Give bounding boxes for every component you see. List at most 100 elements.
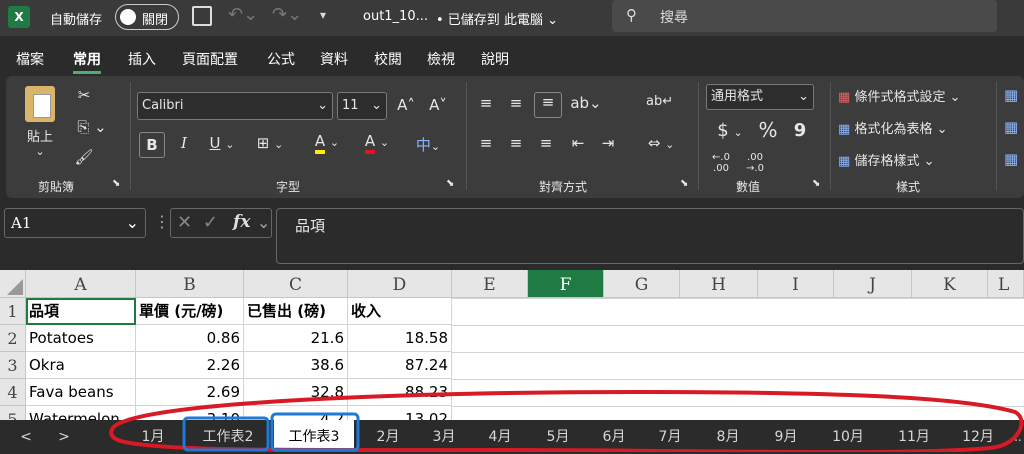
borders-icon[interactable]: ⊞ ⌄ — [252, 134, 288, 152]
align-top-icon[interactable]: ≡ — [474, 94, 498, 112]
cell-d5[interactable]: 13.02 — [348, 406, 452, 420]
align-middle-icon[interactable]: ≡ — [504, 94, 528, 112]
cell-a3[interactable]: Okra — [26, 352, 136, 379]
cell-d2[interactable]: 18.58 — [348, 325, 452, 352]
currency-button[interactable]: $ ⌄ — [710, 120, 750, 141]
font-size-select[interactable]: 11 ⌄ — [337, 92, 387, 120]
column-header-i[interactable]: I — [758, 270, 834, 298]
bold-button[interactable]: B — [139, 132, 165, 158]
cut-icon[interactable]: ✂ — [72, 86, 96, 104]
conditional-formatting-button[interactable]: ▦ 條件式格式設定 ⌄ — [838, 86, 960, 105]
tab-file[interactable]: 檔案 — [16, 46, 44, 74]
align-left-icon[interactable]: ≡ — [474, 134, 498, 152]
autosave-toggle[interactable]: 關閉 — [115, 4, 179, 30]
save-status[interactable]: • 已儲存到 此電腦 ⌄ — [436, 9, 558, 28]
column-header-j[interactable]: J — [834, 270, 912, 298]
cell-styles-button[interactable]: ▦ 儲存格樣式 ⌄ — [838, 150, 934, 169]
sheet-tab[interactable]: 5月 — [532, 420, 584, 452]
enter-icon[interactable]: ✓ — [203, 212, 218, 233]
cell-d3[interactable]: 87.24 — [348, 352, 452, 379]
italic-button[interactable]: I — [174, 134, 194, 152]
column-header-e[interactable]: E — [452, 270, 528, 298]
cell-c3[interactable]: 38.6 — [244, 352, 348, 379]
column-header-a[interactable]: A — [26, 270, 136, 298]
percent-button[interactable]: % — [756, 118, 780, 142]
worksheet-grid[interactable]: A B C D E F G H I J K L 1 品項 單價 (元/磅) 已售… — [0, 270, 1024, 420]
redo-icon[interactable]: ↷⌄ — [272, 4, 302, 25]
increase-indent-icon[interactable]: ⇥ — [596, 134, 620, 152]
more-sheets-icon[interactable]: ... — [1008, 420, 1024, 452]
tab-home[interactable]: 常用 — [73, 46, 101, 74]
cell-b3[interactable]: 2.26 — [136, 352, 244, 379]
delete-cells-icon[interactable]: ▦ — [1004, 118, 1018, 136]
tab-review[interactable]: 校閱 — [374, 46, 402, 74]
column-header-b[interactable]: B — [136, 270, 244, 298]
dialog-launcher-icon[interactable]: ⬊ — [812, 178, 820, 189]
sheet-tab[interactable]: 11月 — [884, 420, 944, 452]
cancel-icon[interactable]: ✕ — [177, 212, 192, 233]
tab-insert[interactable]: 插入 — [128, 46, 156, 74]
dialog-launcher-icon[interactable]: ⬊ — [112, 178, 120, 189]
cell-d1[interactable]: 收入 — [348, 298, 452, 325]
format-cells-icon[interactable]: ▦ — [1004, 150, 1018, 168]
align-bottom-icon[interactable]: ≡ — [534, 92, 562, 118]
row-header[interactable]: 4 — [0, 379, 26, 406]
increase-decimal-icon[interactable]: ←.0.00 — [708, 152, 734, 174]
decrease-decimal-icon[interactable]: .00 →.0 — [742, 152, 768, 174]
customize-qat-icon[interactable]: ▾ — [320, 8, 326, 22]
row-header[interactable]: 3 — [0, 352, 26, 379]
shrink-font-button[interactable]: A˅ — [426, 96, 450, 114]
sheet-tab[interactable]: 12月 — [950, 420, 1006, 452]
sheet-tab[interactable]: 9月 — [758, 420, 814, 452]
cell-b4[interactable]: 2.69 — [136, 379, 244, 406]
fill-color-button[interactable]: A ⌄ — [306, 132, 348, 154]
sheet-tab[interactable]: 8月 — [700, 420, 756, 452]
row-header[interactable]: 5 — [0, 406, 26, 420]
dialog-launcher-icon[interactable]: ⬊ — [446, 178, 454, 189]
paste-button[interactable]: 貼上 ⌄ — [20, 86, 60, 166]
row-header[interactable]: 2 — [0, 325, 26, 352]
format-painter-icon[interactable]: 🖌 — [72, 148, 96, 166]
font-name-select[interactable]: Calibri ⌄ — [137, 92, 333, 120]
cell-a2[interactable]: Potatoes — [26, 325, 136, 352]
formula-input[interactable]: 品項 — [276, 208, 1024, 264]
cell-b2[interactable]: 0.86 — [136, 325, 244, 352]
tab-help[interactable]: 說明 — [481, 46, 509, 74]
sheet-tab[interactable]: 7月 — [644, 420, 696, 452]
save-icon[interactable] — [192, 6, 212, 26]
tab-view[interactable]: 檢視 — [427, 46, 455, 74]
phonetic-guide-button[interactable]: 中⌄ — [408, 134, 448, 155]
decrease-indent-icon[interactable]: ⇤ — [566, 134, 590, 152]
merge-center-icon[interactable]: ⇔ ⌄ — [640, 134, 682, 152]
sheet-tab[interactable]: 10月 — [818, 420, 878, 452]
sheet-tab[interactable]: 3月 — [418, 420, 470, 452]
column-header-f[interactable]: F — [528, 270, 604, 298]
align-center-icon[interactable]: ≡ — [504, 134, 528, 152]
cell-b1[interactable]: 單價 (元/磅) — [136, 298, 244, 325]
column-header-h[interactable]: H — [680, 270, 758, 298]
grow-font-button[interactable]: A˄ — [394, 96, 418, 114]
orientation-icon[interactable]: ab⌄ — [568, 94, 604, 112]
cell-a5[interactable]: Watermelon — [26, 406, 136, 420]
font-color-button[interactable]: A ⌄ — [356, 132, 398, 154]
cell-b5[interactable]: 3.10 — [136, 406, 244, 420]
next-sheet-button[interactable]: > — [52, 420, 76, 452]
name-box[interactable]: A1 ⌄ — [4, 208, 146, 238]
sheet-tab[interactable]: 1月 — [128, 420, 178, 452]
sheet-tab[interactable]: 2月 — [362, 420, 414, 452]
cell-c1[interactable]: 已售出 (磅) — [244, 298, 348, 325]
sheet-tab-active[interactable]: 工作表3 — [274, 420, 354, 452]
cell-a1[interactable]: 品項 — [26, 298, 136, 325]
cell-c2[interactable]: 21.6 — [244, 325, 348, 352]
column-header-l[interactable]: L — [988, 270, 1024, 298]
column-header-c[interactable]: C — [244, 270, 348, 298]
cell-d4[interactable]: 88.23 — [348, 379, 452, 406]
insert-cells-icon[interactable]: ▦ — [1004, 86, 1018, 104]
underline-button[interactable]: U ⌄ — [204, 134, 240, 152]
search-box[interactable]: ⚲ 搜尋 — [612, 0, 997, 32]
row-header[interactable]: 1 — [0, 298, 26, 325]
column-header-d[interactable]: D — [348, 270, 452, 298]
select-all-corner[interactable] — [0, 270, 26, 298]
wrap-text-icon[interactable]: ab↵ — [646, 94, 673, 109]
number-format-select[interactable]: 通用格式 ⌄ — [706, 84, 814, 110]
